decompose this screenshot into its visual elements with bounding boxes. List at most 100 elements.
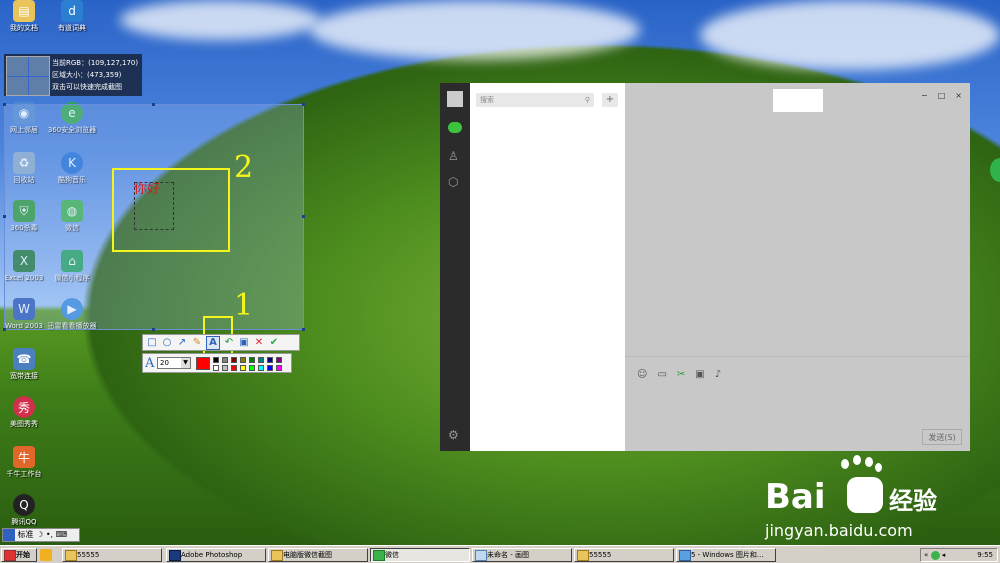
color-swatch[interactable] [267,357,273,363]
color-swatch[interactable] [276,365,282,371]
ime-bar: 标准 ☽ •, ⌨ [2,528,80,542]
task-item[interactable]: 电脑版微信截图 [268,548,368,562]
window-controls: − □ × [921,91,962,100]
save-icon[interactable]: ▣ [238,337,250,349]
text-tool-icon[interactable]: A [206,335,220,350]
punctuation-icon[interactable]: •, [46,530,53,539]
color-swatch[interactable] [249,365,255,371]
chat-icon[interactable] [448,122,462,133]
capture-info-panel: 当前RGB：(109,127,170) 区域大小：(473,359) 双击可以快… [4,54,142,96]
paint-icon [475,550,487,561]
rgb-readout: 当前RGB：(109,127,170) [52,59,139,67]
selected-color[interactable] [196,357,210,370]
step-number-2: 2 [234,150,254,185]
color-swatch[interactable] [258,357,264,363]
close-button[interactable]: × [955,91,962,100]
ellipse-icon[interactable]: ○ [161,337,173,349]
text-style-bar: A 20 ▼ [142,353,292,373]
volume-icon[interactable]: ◂ [942,551,946,559]
brand-text: Bai [765,477,826,517]
folder-icon [271,550,283,561]
watermark-url: jingyan.baidu.com [765,521,913,540]
color-swatch[interactable] [267,365,273,371]
text-annotation: 你好 [134,182,161,197]
cloud [310,0,640,60]
avatar[interactable] [447,91,463,107]
tray-expand-icon[interactable]: « [924,551,928,559]
font-size-select[interactable]: 20 ▼ [157,357,191,369]
folder-icon[interactable]: ▭ [657,369,666,380]
dictionary-icon: d [61,0,83,22]
favorites-icon[interactable]: ⬡ [448,175,462,189]
wechat-icon [373,550,385,561]
arrow-icon[interactable]: ↗ [176,337,188,349]
minimize-button[interactable]: − [921,91,928,100]
resize-handle[interactable] [302,103,305,106]
rectangle-icon[interactable]: □ [146,337,158,349]
settings-icon[interactable]: ⚙ [448,428,462,442]
brush-icon[interactable]: ✎ [191,337,203,349]
color-swatch[interactable] [231,365,237,371]
color-swatch[interactable] [276,357,282,363]
video-call-icon[interactable]: ▣ [695,369,704,380]
wechat-sidebar: ♙ ⬡ ⚙ [440,83,470,451]
desktop-icon-qq[interactable]: Q 腾讯QQ [0,494,56,527]
color-swatch[interactable] [258,365,264,371]
emoji-icon[interactable]: ☺ [637,369,647,380]
divider [625,356,970,357]
ime-mode[interactable]: 标准 [18,530,34,539]
resize-handle[interactable] [302,328,305,331]
resize-handle[interactable] [3,328,6,331]
confirm-icon[interactable]: ✔ [268,337,280,349]
wechat-tray-icon[interactable] [930,550,940,560]
keyboard-icon[interactable]: ⌨ [56,530,68,539]
microphone-icon[interactable]: ♪ [715,369,721,380]
color-swatch[interactable] [222,357,228,363]
search-input[interactable]: 搜索 ⚲ [476,93,594,107]
resize-handle[interactable] [152,328,155,331]
resize-handle[interactable] [3,215,6,218]
floating-widget[interactable] [990,158,1000,182]
task-item[interactable]: Adobe Photoshop [166,548,266,562]
capture-toolbar: □ ○ ↗ ✎ A ↶ ▣ ✕ ✔ [142,334,300,351]
folder-icon [577,550,589,561]
add-chat-button[interactable]: + [602,93,618,107]
task-item[interactable]: 未命名 - 画图 [472,548,572,562]
color-swatch[interactable] [213,365,219,371]
moon-icon[interactable]: ☽ [36,530,43,539]
chevron-down-icon[interactable]: ▼ [181,358,190,368]
capture-hint: 双击可以快速完成截图 [52,83,122,91]
desktop-icon-qianniu[interactable]: 牛 千牛工作台 [0,446,56,479]
resize-handle[interactable] [152,103,155,106]
task-item[interactable]: 5 - Windows 图片和... [676,548,776,562]
clock: 9:55 [977,551,993,559]
task-item-active[interactable]: 微信 [370,548,470,562]
color-swatch[interactable] [231,357,237,363]
desktop-icon-broadband[interactable]: ☎ 宽带连接 [0,348,56,381]
undo-icon[interactable]: ↶ [223,337,235,349]
chat-title [773,89,823,112]
color-swatch[interactable] [240,357,246,363]
task-item[interactable]: 55555 [62,548,162,562]
contacts-icon[interactable]: ♙ [448,149,462,163]
resize-handle[interactable] [3,103,6,106]
color-swatch[interactable] [213,357,219,363]
maximize-button[interactable]: □ [938,91,946,100]
send-button[interactable]: 发送(S) [922,429,962,445]
photoshop-icon [169,550,181,561]
desktop: ▤ 我的文档 d 有道词典 ◉ 网上邻居 e 360安全浏览器 ♻ 回收站 K … [0,0,1000,545]
ime-logo-icon [3,529,15,541]
color-swatch[interactable] [249,357,255,363]
chat-list: 搜索 ⚲ + [470,83,625,451]
task-item[interactable]: 55555 [574,548,674,562]
desktop-icon-youdao[interactable]: d 有道词典 [40,0,104,33]
resize-handle[interactable] [302,215,305,218]
start-button[interactable]: 开始 [1,548,37,562]
scissors-icon[interactable]: ✂ [677,369,685,380]
cancel-icon[interactable]: ✕ [253,337,265,349]
color-swatch[interactable] [222,365,228,371]
quick-launch-icon[interactable] [40,549,52,561]
desktop-icon-meitu[interactable]: 秀 美图秀秀 [0,396,56,429]
start-label: 开始 [16,551,30,559]
color-swatch[interactable] [240,365,246,371]
